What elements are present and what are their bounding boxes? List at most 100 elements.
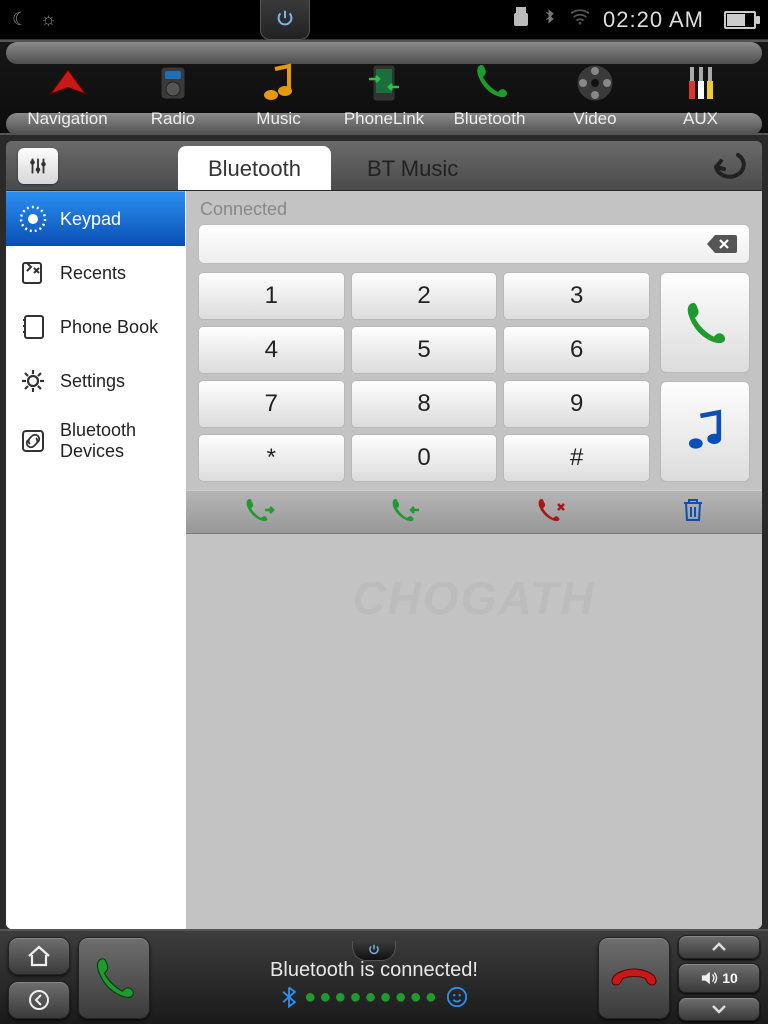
speaker-icon: [700, 970, 718, 986]
main-panel: Bluetooth BT Music Keypad Recents Phone …: [6, 141, 762, 929]
wifi-icon: [569, 8, 591, 31]
key-3[interactable]: 3: [503, 272, 650, 320]
nav-navigation[interactable]: Navigation: [20, 59, 115, 133]
volume-down-button[interactable]: [678, 997, 760, 1021]
aux-icon: [677, 59, 725, 107]
nav-label: Radio: [151, 109, 195, 129]
sidebar-label: Bluetooth Devices: [60, 420, 173, 461]
sun-icon: ☼: [40, 9, 57, 30]
key-7[interactable]: 7: [198, 380, 345, 428]
key-1[interactable]: 1: [198, 272, 345, 320]
chevron-down-icon: [711, 1004, 727, 1014]
delete-button[interactable]: [680, 496, 706, 529]
key-2[interactable]: 2: [351, 272, 498, 320]
nav-aux[interactable]: AUX: [653, 59, 748, 133]
nav-radio[interactable]: Radio: [126, 59, 221, 133]
missed-call-button[interactable]: [534, 496, 568, 529]
nav-label: AUX: [683, 109, 718, 129]
dock-center: Bluetooth is connected! ●●●●●●●●●: [158, 947, 590, 1009]
incoming-call-button[interactable]: [388, 496, 422, 529]
link-icon: [18, 426, 48, 456]
nav-phonelink[interactable]: PhoneLink: [337, 59, 432, 133]
outgoing-call-button[interactable]: [242, 496, 276, 529]
call-missed-icon: [534, 496, 568, 524]
connection-status: Connected: [186, 191, 762, 224]
tab-bar: Bluetooth BT Music: [6, 141, 762, 191]
back-dock-button[interactable]: [8, 981, 70, 1019]
key-star[interactable]: *: [198, 434, 345, 482]
sidebar-label: Settings: [60, 371, 125, 392]
sidebar-label: Recents: [60, 263, 126, 284]
key-5[interactable]: 5: [351, 326, 498, 374]
smiley-icon: [446, 986, 468, 1008]
call-in-icon: [388, 496, 422, 524]
key-6[interactable]: 6: [503, 326, 650, 374]
power-button-top[interactable]: [260, 0, 310, 40]
nav-music[interactable]: Music: [231, 59, 326, 133]
sidebar: Keypad Recents Phone Book Settings Bluet…: [6, 191, 186, 929]
volume-up-button[interactable]: [678, 935, 760, 959]
battery-icon: [724, 11, 756, 29]
sidebar-label: Keypad: [60, 209, 121, 230]
key-0[interactable]: 0: [351, 434, 498, 482]
answer-button[interactable]: [78, 937, 150, 1019]
back-button[interactable]: [708, 149, 748, 189]
navigation-icon: [44, 59, 92, 107]
nav-video[interactable]: Video: [548, 59, 643, 133]
nav-label: PhoneLink: [344, 109, 424, 129]
dial-display: [198, 224, 750, 264]
bt-animation: ●●●●●●●●●: [280, 986, 468, 1009]
home-button[interactable]: [8, 937, 70, 975]
status-bar: ☾ ☼ 02:20 AM: [0, 0, 768, 40]
volume-display[interactable]: 10: [678, 963, 760, 993]
phonelink-icon: [360, 59, 408, 107]
chevron-up-icon: [711, 942, 727, 952]
key-4[interactable]: 4: [198, 326, 345, 374]
nav-label: Video: [573, 109, 616, 129]
back-circle-icon: [26, 988, 52, 1012]
watermark: CHOGATH: [186, 571, 762, 625]
music-note-icon: [682, 409, 728, 455]
call-actions-bar: [186, 490, 762, 534]
nav-bluetooth[interactable]: Bluetooth: [442, 59, 537, 133]
tab-bt-music[interactable]: BT Music: [337, 146, 488, 190]
nav-label: Music: [256, 109, 300, 129]
clock: 02:20 AM: [603, 7, 704, 33]
power-icon: [367, 943, 381, 957]
recents-icon: [18, 258, 48, 288]
gear-icon: [18, 366, 48, 396]
volume-value: 10: [722, 970, 738, 986]
key-hash[interactable]: #: [503, 434, 650, 482]
keypad-icon: [18, 204, 48, 234]
backspace-button[interactable]: [705, 232, 739, 256]
tab-bluetooth[interactable]: Bluetooth: [178, 146, 331, 190]
key-9[interactable]: 9: [503, 380, 650, 428]
sidebar-item-devices[interactable]: Bluetooth Devices: [6, 408, 185, 473]
bottom-dock: Bluetooth is connected! ●●●●●●●●● 10: [0, 929, 768, 1024]
music-button[interactable]: [660, 381, 750, 482]
sidebar-item-keypad[interactable]: Keypad: [6, 191, 185, 246]
usb-icon: [513, 7, 529, 32]
phone-icon: [466, 59, 514, 107]
phonebook-icon: [18, 312, 48, 342]
hangup-button[interactable]: [598, 937, 670, 1019]
tab-label: Bluetooth: [208, 156, 301, 181]
sidebar-item-phonebook[interactable]: Phone Book: [6, 300, 185, 354]
sidebar-item-settings[interactable]: Settings: [6, 354, 185, 408]
key-8[interactable]: 8: [351, 380, 498, 428]
bt-status-text: Bluetooth is connected!: [270, 959, 478, 982]
keypad-panel: Connected 1 2 3 4 5 6 7 8 9 * 0: [186, 191, 762, 929]
power-button-dock[interactable]: [352, 941, 396, 961]
back-arrow-icon: [708, 149, 748, 181]
dial-button[interactable]: [660, 272, 750, 373]
sidebar-item-recents[interactable]: Recents: [6, 246, 185, 300]
trash-icon: [680, 496, 706, 524]
video-icon: [571, 59, 619, 107]
music-icon: [255, 59, 303, 107]
top-nav: Navigation Radio Music PhoneLink Bluetoo…: [0, 40, 768, 135]
equalizer-button[interactable]: [18, 148, 58, 184]
sliders-icon: [27, 155, 49, 177]
tab-label: BT Music: [367, 156, 458, 181]
sidebar-label: Phone Book: [60, 317, 158, 338]
home-icon: [26, 944, 52, 968]
